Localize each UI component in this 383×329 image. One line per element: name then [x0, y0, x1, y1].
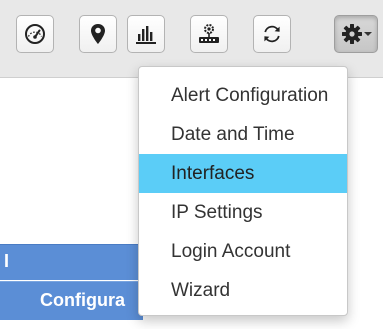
dashboard-button[interactable]: [16, 15, 54, 53]
gear-icon: [341, 23, 363, 45]
location-button[interactable]: [79, 15, 117, 53]
settings-dropdown-menu: Alert Configuration Date and Time Interf…: [138, 66, 348, 316]
statistics-button[interactable]: [127, 15, 165, 53]
devices-button[interactable]: [190, 15, 228, 53]
menu-item-wizard[interactable]: Wizard: [139, 271, 347, 310]
bar-chart-icon: [135, 23, 157, 45]
background-column-header: Configura: [0, 281, 143, 320]
refresh-button[interactable]: [253, 15, 291, 53]
menu-item-ip-settings[interactable]: IP Settings: [139, 193, 347, 232]
background-column-header-text: Configura: [40, 290, 125, 310]
menu-item-login-account[interactable]: Login Account: [139, 232, 347, 271]
settings-dropdown-button[interactable]: [334, 15, 378, 53]
background-header-bar: I: [0, 244, 143, 280]
dashboard-gauge-icon: [24, 23, 46, 45]
caret-down-icon: [364, 32, 372, 36]
menu-item-interfaces[interactable]: Interfaces: [139, 154, 347, 193]
menu-item-alert-configuration[interactable]: Alert Configuration: [139, 76, 347, 115]
background-header-text: I: [4, 251, 10, 271]
network-device-icon: [197, 22, 221, 46]
refresh-icon: [261, 23, 283, 45]
location-pin-icon: [90, 23, 106, 45]
menu-item-date-and-time[interactable]: Date and Time: [139, 115, 347, 154]
